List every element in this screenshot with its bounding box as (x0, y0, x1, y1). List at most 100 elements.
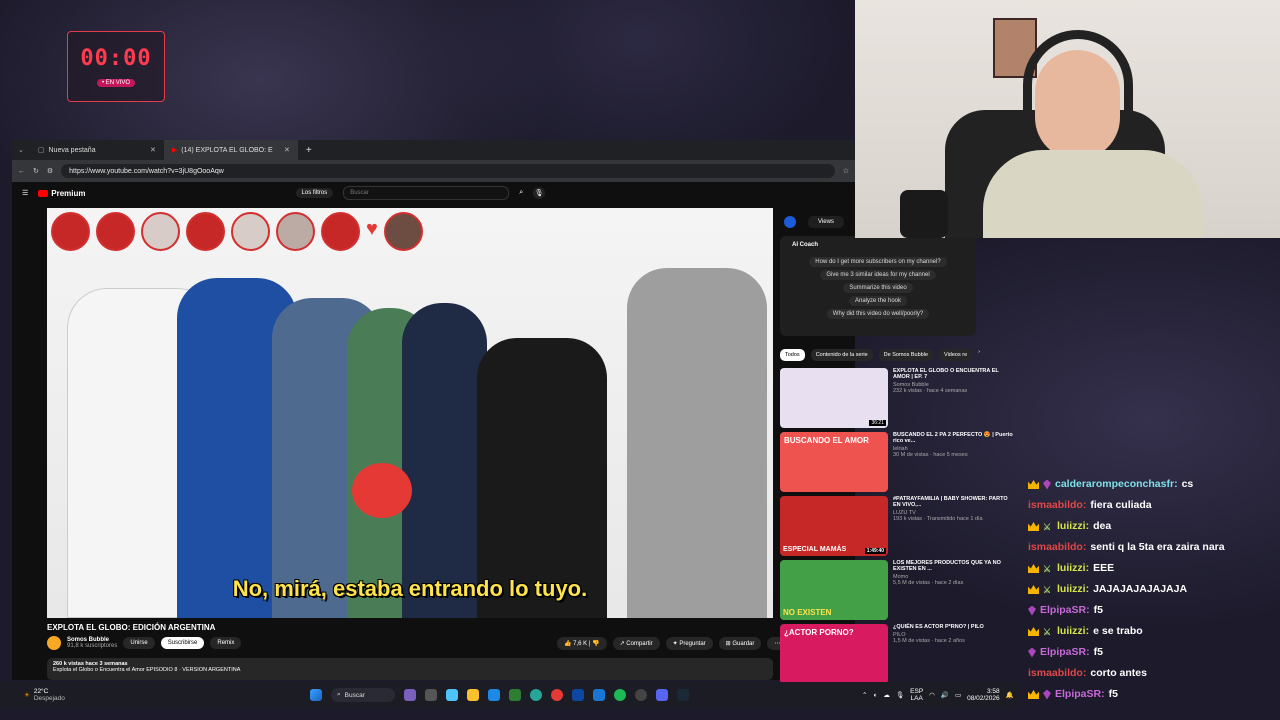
chevron-right-icon[interactable]: › (978, 349, 980, 361)
rec-item[interactable]: ESPECIAL MAMÁS 1:49:40 #PATRAYFAMILIA | B… (780, 496, 1016, 556)
wifi-icon[interactable]: ◠ (929, 691, 935, 699)
edge-icon[interactable] (529, 689, 542, 701)
contestant-faces: ♥ (51, 212, 423, 251)
chat-username[interactable]: ismaabildo (1028, 495, 1083, 516)
chat-separator: : (1082, 667, 1087, 679)
reload-icon[interactable]: ↻ (33, 167, 39, 175)
chat-username[interactable]: ElpipaSR (1040, 642, 1086, 663)
chat-username[interactable]: calderarompeconchasfr (1055, 474, 1174, 495)
ai-prompt-chip[interactable]: Analyze the hook (848, 296, 908, 306)
spotify-icon[interactable] (613, 689, 626, 701)
contestant-face (51, 212, 90, 251)
url-field[interactable]: https://www.youtube.com/watch?v=3jU8gOoo… (61, 164, 835, 178)
taskbar-search[interactable]: ⌕ Buscar (331, 688, 395, 702)
menu-icon[interactable]: ☰ (22, 189, 28, 197)
stream-chat: calderarompeconchasfr: cs ismaabildo: fiera… (1028, 474, 1225, 705)
system-tray: ⌃ ◐ ☁ 🎙 ESP LAA ◠ 🔊 ▭ 3:58 08/02/2026 🔔 (862, 688, 1014, 702)
chat-username[interactable]: ismaabildo (1028, 537, 1083, 558)
tab-new[interactable]: ▢ Nueva pestaña ✕ (30, 140, 164, 160)
chevron-up-icon[interactable]: ⌃ (862, 691, 867, 699)
chip-videos[interactable]: Videos re (939, 349, 973, 361)
remix-button[interactable]: Remix (210, 637, 242, 649)
battery-icon[interactable]: ▭ (955, 691, 961, 699)
rec-item[interactable]: BUSCANDO EL AMOR BUSCANDO EL 2 PA 2 PERF… (780, 432, 1016, 492)
windows-start-icon[interactable] (310, 689, 322, 701)
search-input[interactable]: Buscar (343, 186, 510, 200)
youtube-header: ☰ Premium Los filtros Buscar ⌕ 🎙 (12, 182, 855, 204)
tray-app-icon[interactable]: ◐ (873, 692, 877, 699)
timer-value: 00:00 (80, 46, 152, 71)
weather-widget[interactable]: ☀ 22°C Despejado (24, 688, 65, 702)
ai-prompt-chip[interactable]: How do I get more subscribers on my chan… (809, 257, 947, 267)
chip-channel[interactable]: De Somos Bubble (878, 349, 934, 361)
like-icon: 👍 (564, 641, 572, 647)
webcam-feed (855, 0, 1280, 238)
chat-message: ElpipaSR: f5 (1028, 642, 1225, 663)
chat-username[interactable]: ismaabildo (1028, 663, 1083, 684)
tab-list-icon[interactable]: ⌄ (12, 146, 30, 154)
sword-badge-icon: ⚔ (1043, 584, 1052, 595)
excel-icon[interactable] (508, 689, 521, 701)
widgets-icon[interactable] (403, 689, 416, 701)
file-explorer-icon[interactable] (466, 689, 479, 701)
channel-avatar[interactable] (47, 636, 61, 650)
language-indicator[interactable]: ESP LAA (910, 688, 923, 702)
subscribe-button[interactable]: Suscribirse (160, 637, 205, 649)
chat-username[interactable]: luiizzi (1057, 621, 1086, 642)
ai-prompt-chip[interactable]: Give me 3 similar ideas for my channel (820, 270, 936, 280)
close-tab-icon[interactable]: ✕ (150, 146, 156, 154)
copilot-icon[interactable] (445, 689, 458, 701)
chrome-icon[interactable] (550, 689, 563, 701)
clock[interactable]: 3:58 08/02/2026 (967, 688, 1000, 702)
rec-item[interactable]: ¿ACTOR PORNO? ¿QUIÉN ES ACTOR P*RNO? | P… (780, 624, 1016, 684)
chat-username[interactable]: luiizzi (1057, 558, 1086, 579)
ask-button[interactable]: ✦ Preguntar (665, 637, 713, 650)
chat-username[interactable]: ElpipaSR (1040, 600, 1086, 621)
outlook-icon[interactable] (571, 689, 584, 701)
chat-text: senti q la 5ta era zaira nara (1090, 541, 1225, 553)
share-button[interactable]: ↗ Compartir (612, 637, 660, 650)
video-description[interactable]: 260 k vistas hace 3 semanas Explota el G… (47, 658, 773, 680)
rec-item[interactable]: 36:21 EXPLOTA EL GLOBO O ENCUENTRA EL AM… (780, 368, 1016, 428)
views-tab[interactable]: Views (808, 216, 844, 228)
bookmark-icon[interactable]: ☆ (843, 167, 849, 175)
join-button[interactable]: Unirse (123, 637, 155, 649)
like-button[interactable]: 👍 7,6 K | 👎 (557, 637, 607, 650)
contestant-face (276, 212, 315, 251)
new-tab-icon[interactable]: + (298, 145, 320, 156)
back-icon[interactable]: ← (18, 168, 25, 175)
chat-username[interactable]: ElpipaSR (1055, 684, 1101, 705)
video-player[interactable]: ♥ No, mirá, estaba entrando lo tuyo. (47, 208, 773, 618)
chip-all[interactable]: Todos (780, 349, 805, 361)
chat-text: f5 (1108, 688, 1118, 700)
chat-username[interactable]: luiizzi (1057, 579, 1086, 600)
close-tab-icon[interactable]: ✕ (284, 146, 290, 154)
vscode-icon[interactable] (592, 689, 605, 701)
rec-thumb-text: ESPECIAL MAMÁS (783, 546, 847, 553)
chip-series[interactable]: Contenido de la serie (810, 349, 873, 361)
rec-item[interactable]: NO EXISTEN LOS MEJORES PRODUCTOS QUE YA … (780, 560, 1016, 620)
chat-separator: : (1082, 541, 1087, 553)
mic-icon[interactable]: 🎙 (533, 187, 546, 199)
discord-icon[interactable] (655, 689, 668, 701)
ai-prompt-chip[interactable]: Summarize this video (843, 283, 913, 293)
task-view-icon[interactable] (424, 689, 437, 701)
filters-button[interactable]: Los filtros (295, 188, 334, 198)
rec-meta: 1,5 M de vistas · hace 2 años (893, 638, 965, 644)
chat-username[interactable]: luiizzi (1057, 516, 1086, 537)
onedrive-icon[interactable]: ☁ (883, 691, 890, 699)
youtube-logo[interactable]: Premium (38, 189, 86, 198)
notification-icon[interactable]: 🔔 (1006, 691, 1014, 699)
site-info-icon[interactable]: ⚙ (47, 167, 53, 175)
tab-youtube[interactable]: ▶ (14) EXPLOTA EL GLOBO: EDICIÓN ✕ (163, 140, 298, 160)
ai-prompt-chip[interactable]: Why did this video do well/poorly? (826, 309, 930, 319)
volume-icon[interactable]: 🔊 (941, 691, 949, 699)
store-icon[interactable] (487, 689, 500, 701)
mic-icon[interactable]: 🎙 (896, 691, 904, 699)
obs-icon[interactable] (634, 689, 647, 701)
steam-icon[interactable] (676, 689, 689, 701)
search-icon[interactable]: ⌕ (519, 189, 523, 197)
ai-coach-icon[interactable] (784, 216, 796, 228)
gem-badge-icon (1043, 479, 1051, 490)
save-button[interactable]: ⊞ Guardar (718, 637, 762, 650)
